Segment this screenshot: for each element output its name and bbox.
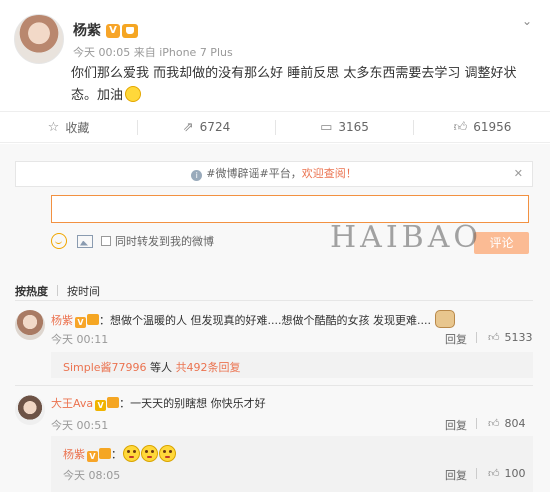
comment-text-row: 大王Ava V ：一天天的别瞎想 你快乐才好 — [51, 395, 266, 411]
comment-like-count: 804 — [504, 417, 526, 430]
post-action-bar: ☆ 收藏 ⇗ 6724 ▭ 3165 👍︎ 61956 — [0, 111, 550, 143]
post-meta: 今天 00:05 来自 iPhone 7 Plus — [73, 46, 233, 59]
sub-reply-text-row: 杨紫 V ： — [63, 445, 176, 462]
reply-button[interactable]: 回复 — [445, 331, 467, 347]
divider — [476, 468, 477, 479]
more-replies-link[interactable]: Simple酱77996 等人 共492条回复 — [63, 359, 241, 375]
divider — [15, 300, 533, 301]
tab-sort-time[interactable]: 按时间 — [67, 285, 100, 298]
comment-button[interactable]: ▭ 3165 — [276, 112, 413, 142]
cat-emoji-icon — [434, 310, 455, 328]
repost-checkbox[interactable] — [101, 236, 111, 246]
chevron-down-icon[interactable]: ⌄ — [522, 14, 532, 28]
info-icon: i — [191, 170, 203, 181]
like-button[interactable]: 👍︎ 61956 — [414, 112, 550, 142]
vip-crown-icon — [87, 314, 99, 325]
more-replies-count: 共492条回复 — [175, 361, 241, 374]
comment-time: 今天 00:51 — [51, 419, 109, 432]
vip-crown-icon — [107, 397, 120, 408]
comment-text: ：想做个温暖的人 但发现真的好难....想做个酷酷的女孩 发现更难.... — [99, 314, 431, 327]
verified-icon: V — [87, 451, 98, 462]
verified-icon: V — [106, 24, 120, 38]
watermark: HAIBAO — [330, 220, 482, 255]
verified-icon: V — [75, 317, 86, 328]
comment-panel: i #微博辟谣#平台，欢迎查阅！ ✕ 同时转发到我的微博 评论 按热度 按时间 杨紫… — [0, 144, 550, 492]
sub-reply-like-button[interactable]: 👍︎ 100 — [488, 467, 526, 480]
close-icon[interactable]: ✕ — [514, 162, 523, 186]
comment-like-button[interactable]: 👍︎ 804 — [488, 417, 526, 430]
repost-count: 6724 — [199, 120, 231, 134]
comment-author[interactable]: 大王Ava — [51, 397, 93, 410]
thumbs-up-icon: 👍︎ — [453, 119, 468, 135]
rumor-notice: i #微博辟谣#平台，欢迎查阅！ ✕ — [15, 161, 533, 187]
submit-comment-button[interactable]: 评论 — [474, 232, 529, 254]
post-author-row: 杨紫 V — [73, 20, 138, 40]
tab-sort-hot[interactable]: 按热度 — [15, 285, 48, 298]
vip-crown-icon — [122, 24, 138, 38]
notice-link[interactable]: 欢迎查阅！ — [302, 167, 357, 180]
favorite-button[interactable]: ☆ 收藏 — [0, 112, 137, 142]
laughing-emoji-icon — [123, 445, 140, 462]
sort-tabs: 按热度 按时间 — [15, 283, 100, 299]
laughing-emoji-icon — [141, 445, 158, 462]
sub-reply-text: ： — [111, 448, 122, 461]
notice-text[interactable]: #微博辟谣#平台， — [206, 167, 301, 180]
comment-text-row: 杨紫 V ：想做个温暖的人 但发现真的好难....想做个酷酷的女孩 发现更难.... — [51, 310, 455, 328]
comment-time: 今天 00:11 — [51, 333, 109, 346]
divider — [476, 332, 477, 343]
thumbs-up-icon: 👍︎ — [488, 467, 500, 480]
comment-author[interactable]: 杨紫 — [51, 314, 73, 327]
weibo-post: 杨紫 V ⌄ 今天 00:05 来自 iPhone 7 Plus 你们那么爱我 而… — [0, 0, 550, 108]
comment-avatar[interactable] — [15, 310, 45, 340]
comment-input[interactable] — [51, 195, 529, 223]
emoji-icon[interactable] — [51, 233, 67, 249]
composer-tools: 同时转发到我的微博 — [51, 231, 214, 251]
post-text-block: 你们那么爱我 而我却做的没有那么好 睡前反思 太多东西需要去学习 调整好状态。加… — [71, 63, 541, 107]
cheer-emoji-icon — [125, 86, 142, 102]
comment-like-count: 5133 — [504, 331, 533, 344]
comment-avatar[interactable] — [15, 395, 45, 425]
divider — [57, 285, 58, 296]
sub-reply-author[interactable]: 杨紫 — [63, 448, 85, 461]
author-avatar[interactable] — [14, 14, 64, 64]
post-author-name[interactable]: 杨紫 — [73, 23, 101, 39]
like-count: 61956 — [473, 120, 512, 134]
comment-like-button[interactable]: 👍︎ 5133 — [488, 331, 533, 344]
laughing-emoji-icon — [159, 445, 176, 462]
sub-reply-time: 今天 08:05 — [63, 469, 121, 482]
repost-icon: ⇗ — [182, 119, 194, 135]
more-replies-user: Simple酱77996 — [63, 361, 147, 374]
star-icon: ☆ — [47, 119, 60, 135]
favorite-label: 收藏 — [65, 120, 90, 135]
image-icon[interactable] — [77, 234, 93, 248]
divider — [15, 385, 533, 386]
divider — [476, 418, 477, 429]
comment-count: 3165 — [338, 120, 369, 134]
repost-button[interactable]: ⇗ 6724 — [138, 112, 275, 142]
comment-text: ：一天天的别瞎想 你快乐才好 — [119, 397, 266, 410]
thumbs-up-icon: 👍︎ — [488, 417, 500, 430]
reply-button[interactable]: 回复 — [445, 417, 467, 433]
reply-button[interactable]: 回复 — [445, 467, 467, 483]
verified-icon: V — [95, 400, 107, 411]
more-replies-mid: 等人 — [146, 361, 176, 374]
repost-checkbox-label[interactable]: 同时转发到我的微博 — [115, 233, 214, 249]
comment-icon: ▭ — [320, 119, 333, 135]
vip-crown-icon — [99, 448, 111, 459]
thumbs-up-icon: 👍︎ — [488, 331, 500, 344]
sub-reply-like-count: 100 — [504, 467, 526, 480]
